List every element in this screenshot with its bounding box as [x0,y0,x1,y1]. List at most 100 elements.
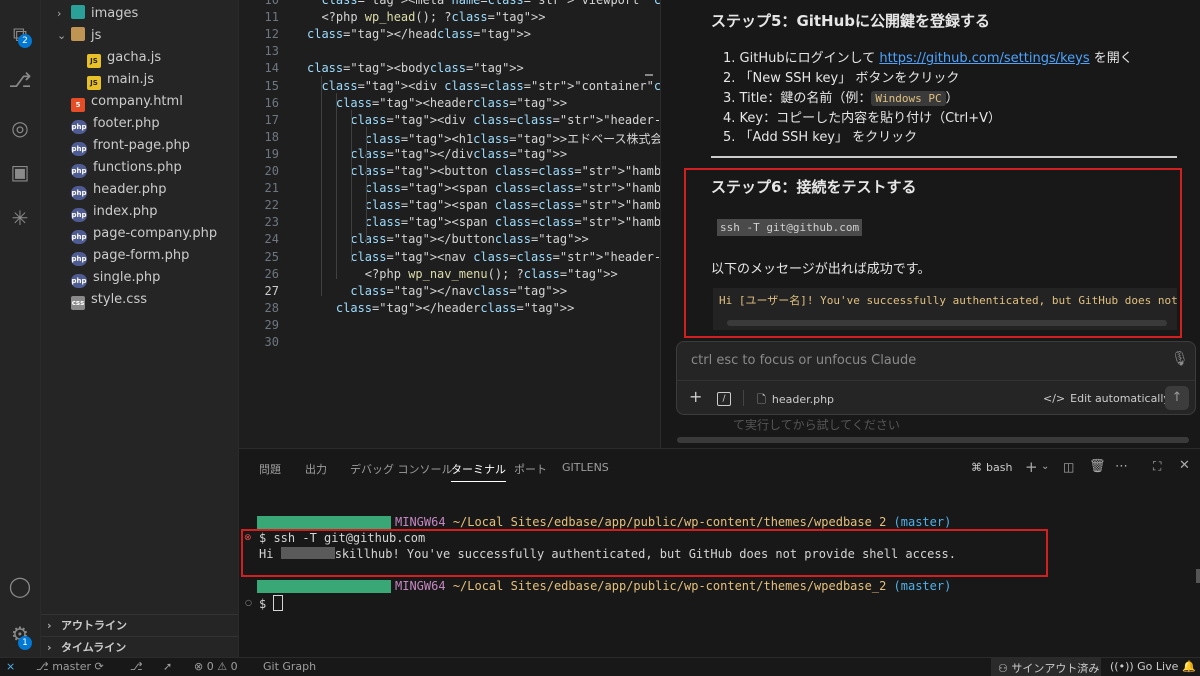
line-number: 21 [264,181,279,196]
file-name: front-page.php [93,138,190,153]
step5-item-2: 2. 「New SSH key」 ボタンをクリック [723,71,960,86]
remote-explorer-icon[interactable]: ▣ [8,160,32,184]
file-item[interactable]: php functions.php [57,157,182,179]
live-share-icon[interactable]: ➚ [163,660,172,673]
chevron-right-icon: › [57,7,62,20]
file-name: js [91,28,102,43]
source-control-icon[interactable]: ⎇ [8,68,32,92]
error-count: 0 [206,660,214,673]
file-item[interactable]: php header.php [57,179,166,201]
file-item[interactable]: ⌄ js [57,25,101,47]
outline-section[interactable]: › アウトライン [41,614,238,637]
signout-status[interactable]: ⚇ サインアウト済み [998,660,1099,676]
panel-tab[interactable]: GITLENS [562,461,609,474]
notifications-icon[interactable]: 🔔 [1182,660,1196,673]
file-icon: 🗋 [757,393,766,406]
folder-icon [71,27,85,41]
line-number: 29 [264,317,279,332]
trash-icon[interactable]: 🗑 [1089,459,1106,474]
account-icon[interactable]: ◯ [8,574,32,598]
slash-command-icon[interactable]: / [717,392,731,406]
panel-tab[interactable]: ポート [514,461,547,477]
panel-tab[interactable]: デバッグ コンソール [350,461,453,477]
send-button[interactable]: ↑ [1165,386,1189,410]
file-item[interactable]: 5 company.html [57,91,183,113]
js-file-icon: JS [87,54,101,68]
claude-input-box[interactable]: ctrl esc to focus or unfocus Claude 🎙 + … [676,341,1196,415]
problems-indicator[interactable]: ⊗ 0 ⚠ 0 [194,660,238,673]
more-actions-icon[interactable]: ⋯ [1115,459,1128,474]
go-live-label: Go Live [1137,660,1179,673]
git-graph-button[interactable]: Git Graph [263,660,316,673]
indent-guide [321,76,322,296]
branch-indicator[interactable]: ⎇ master ⟳ [36,660,104,673]
code-line: <?php wp_head(); ?class="tag">> [307,10,546,25]
title-example-chip: Windows PC [871,91,946,106]
panel-tab[interactable]: 出力 [305,461,327,477]
terminal-profile[interactable]: ⌘ bash [971,461,1012,474]
file-item[interactable]: php single.php [57,267,160,289]
panel-tab[interactable]: ターミナル [451,461,506,482]
file-name: company.html [91,94,183,109]
line-number: 12 [264,27,279,42]
terminal-input-line[interactable]: $ [259,595,284,611]
step5-title: ステップ5：GitHubに公開鍵を登録する [711,12,991,30]
git-graph-icon[interactable]: ◎ [8,116,32,140]
file-item[interactable]: css style.css [57,289,147,311]
shell-label: bash [986,461,1013,474]
line-number: 19 [264,146,279,161]
doc-scrollbar[interactable] [677,437,1189,443]
file-name: header.php [93,182,167,197]
indent-guide [351,110,352,262]
line-number: 22 [264,198,279,213]
file-item[interactable]: › images [57,3,138,25]
edit-mode-toggle[interactable]: </> Edit automatically [1043,392,1170,405]
activity-bar: ⧉ 2 ⎇ ◎ ▣ ✳ ◯ ⚙ 1 [0,0,41,657]
step5-item-1: 1. GitHubにログインして https://github.com/sett… [723,51,1133,66]
split-terminal-icon[interactable]: ◫ [1063,460,1074,474]
microphone-icon[interactable]: 🎙 [1171,351,1189,367]
file-item[interactable]: JS main.js [87,69,154,91]
timeline-section[interactable]: › タイムライン [41,636,238,659]
file-item[interactable]: php front-page.php [57,135,190,157]
chevron-down-icon: ⌄ [57,29,67,42]
warning-count: 0 [230,660,238,673]
file-context[interactable]: 🗋 header.php [757,391,834,410]
github-keys-link[interactable]: https://github.com/settings/keys [879,51,1089,66]
file-name: page-form.php [93,248,190,263]
step6-message: 以下のメッセージが出れば成功です。 [711,262,931,277]
file-item[interactable]: php page-company.php [57,223,217,245]
file-item[interactable]: JS gacha.js [87,47,161,69]
step5-item-4: 4. Key：コピーした内容を貼り付け（Ctrl+V） [723,111,1002,126]
code-line: class="tag"><bodyclass="tag">> [307,61,524,76]
terminal-cursor [273,595,284,611]
branch-icon: ⎇ [36,660,53,673]
line-number: 28 [264,300,279,315]
sync-icon: ⟳ [90,660,104,673]
git-icon[interactable]: ⎇ [130,660,143,673]
file-item[interactable]: php index.php [57,201,157,223]
code-line: class="tag"></divclass="tag">> [350,146,568,161]
code-line: class="tag"></headclass="tag">> [307,27,531,42]
file-context-label: header.php [771,393,835,406]
file-item[interactable]: php footer.php [57,113,160,135]
close-panel-icon[interactable]: ✕ [1179,458,1190,473]
horizontal-scrollbar[interactable] [727,320,1167,326]
line-number: 24 [264,232,279,247]
terminal-scrollbar[interactable] [1196,569,1200,583]
file-item[interactable]: php page-form.php [57,245,189,267]
claude-input-placeholder[interactable]: ctrl esc to focus or unfocus Claude [691,353,916,368]
indent-guide [366,127,367,245]
go-live-button[interactable]: ((•)) Go Live [1110,660,1178,673]
panel-tab[interactable]: 問題 [259,461,281,477]
line-number: 14 [264,61,279,76]
edit-mode-label: Edit automatically [1070,392,1170,405]
remote-icon[interactable]: ⨯ [6,660,15,673]
code-editor[interactable]: 10 class="tag"><meta name=class="str">"v… [239,0,1051,448]
chevron-down-icon[interactable]: ⌄ [1041,461,1049,472]
add-icon[interactable]: + [689,387,702,406]
claude-icon[interactable]: ✳ [8,206,32,230]
code-icon: </> [1043,392,1066,405]
new-terminal-button[interactable]: + [1025,458,1038,476]
maximize-panel-icon[interactable]: ⛶ [1153,459,1161,474]
